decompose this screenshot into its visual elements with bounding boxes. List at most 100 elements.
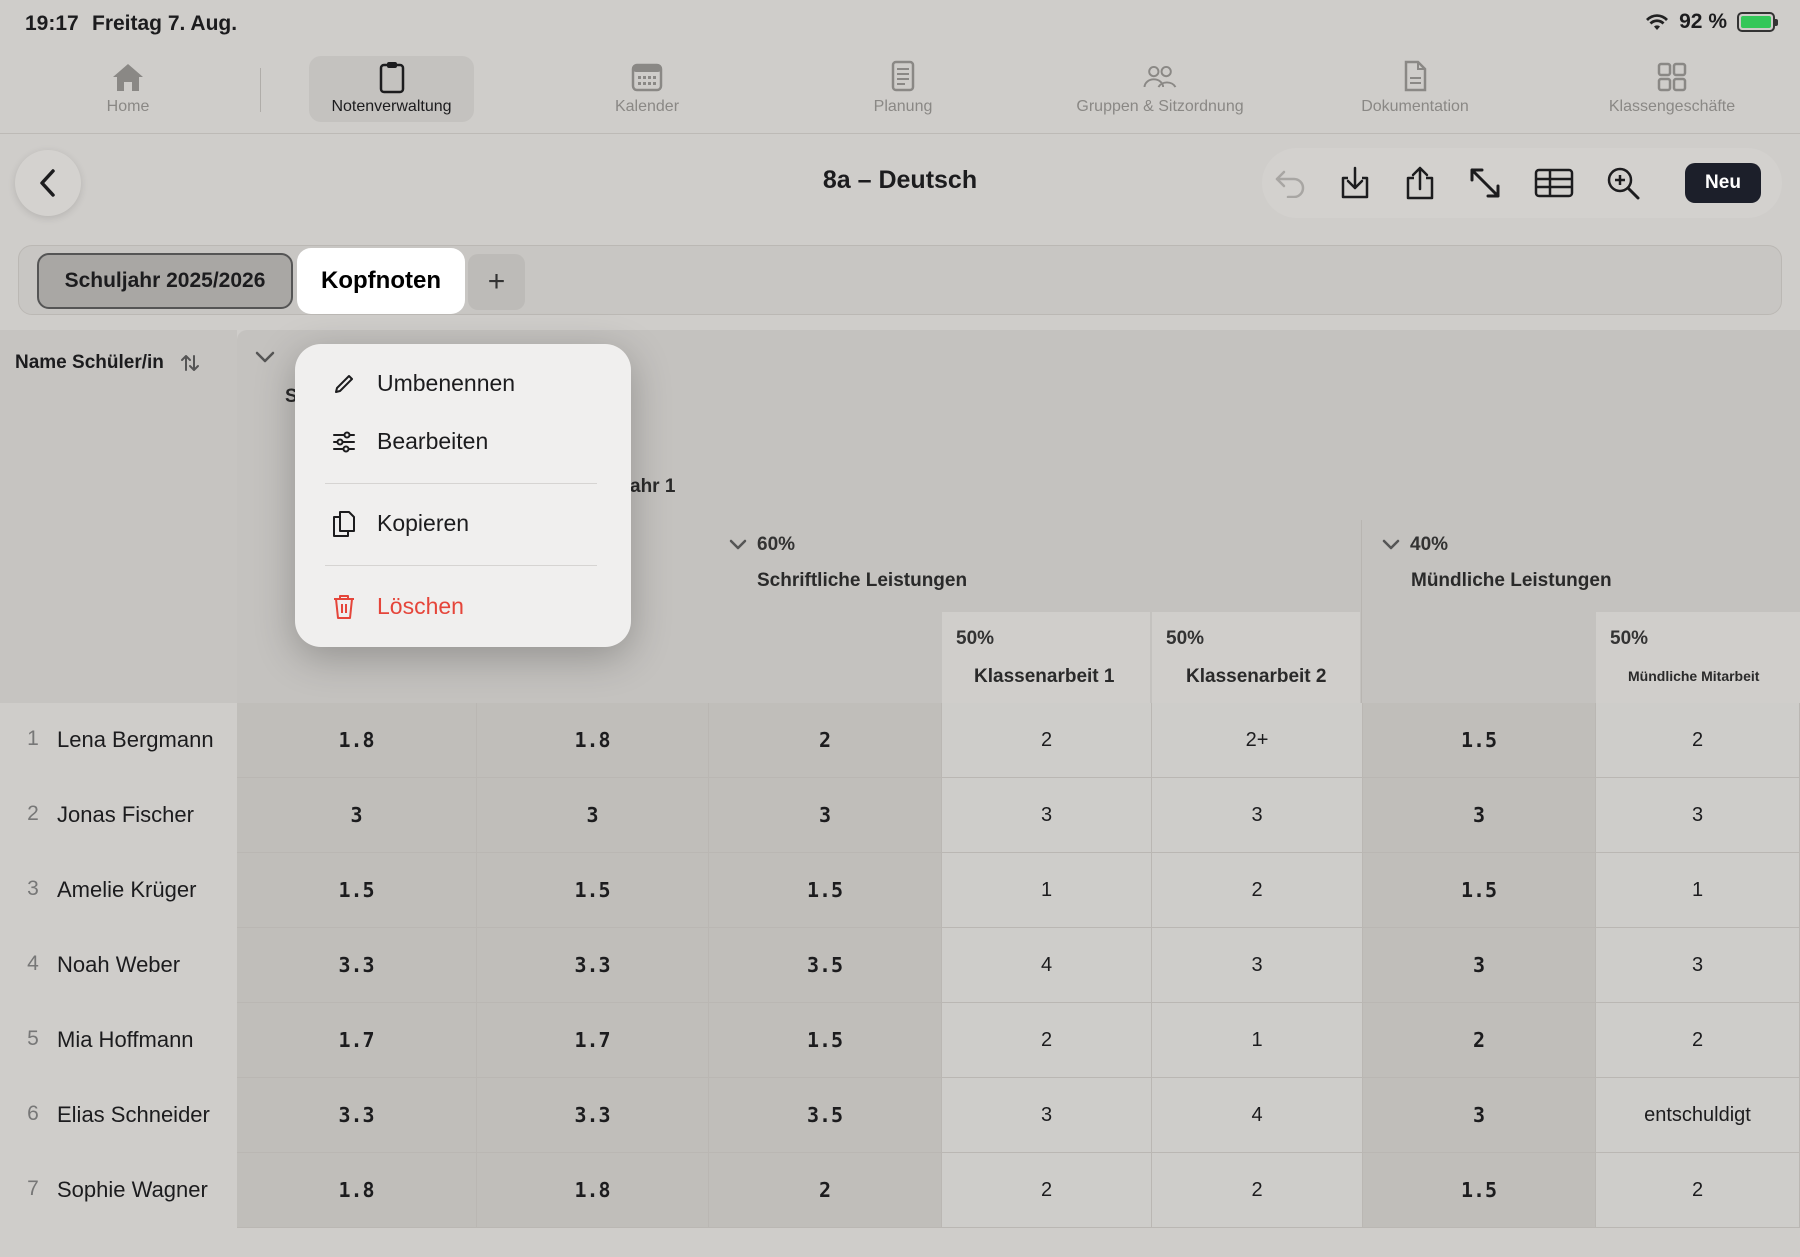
grade-cell[interactable]: 1.7 (237, 1003, 477, 1078)
grade-cell[interactable]: 2 (709, 703, 942, 778)
grade-cell[interactable]: 2 (1596, 1153, 1800, 1228)
tab-kalender[interactable]: Kalender (597, 56, 697, 122)
grade-cell[interactable]: 2 (942, 1003, 1152, 1078)
row-number: 5 (27, 1027, 39, 1050)
new-button[interactable]: Neu (1685, 163, 1761, 203)
table-row[interactable]: 5 Mia Hoffmann 1.7 1.7 1.5 2 1 2 2 (0, 1003, 1800, 1078)
row-number: 2 (27, 802, 39, 825)
grade-cell[interactable]: 2 (942, 703, 1152, 778)
add-segment-button[interactable]: + (468, 254, 525, 310)
subcol-klassenarbeit-2[interactable]: 50% Klassenarbeit 2 (1152, 612, 1360, 703)
grade-cell[interactable]: 1.8 (477, 703, 709, 778)
tab-dokumentation[interactable]: Dokumentation (1345, 56, 1485, 122)
grade-cell[interactable]: 3.3 (237, 928, 477, 1003)
undo-button[interactable] (1272, 164, 1310, 202)
chevron-down-icon[interactable] (255, 350, 275, 364)
grade-cell[interactable]: 1.5 (1363, 703, 1596, 778)
name-column-header: Name Schüler/in (0, 330, 237, 703)
grade-cell[interactable]: 2 (1152, 1153, 1363, 1228)
menu-divider (325, 565, 597, 566)
grade-cell[interactable]: 3.5 (709, 1078, 942, 1153)
grade-cell[interactable]: 3 (477, 778, 709, 853)
grade-cell[interactable]: 1.5 (709, 853, 942, 928)
grade-cell[interactable]: 2 (1363, 1003, 1596, 1078)
grade-cell[interactable]: 3 (237, 778, 477, 853)
segment-schuljahr[interactable]: Schuljahr 2025/2026 (37, 253, 293, 309)
menu-item-loeschen[interactable]: Löschen (331, 593, 464, 620)
status-bar: 19:17 Freitag 7. Aug. 92 % (0, 0, 1800, 48)
grade-cell[interactable]: 3 (942, 778, 1152, 853)
group-schriftlich-weight: 60% (729, 534, 795, 556)
grade-cell[interactable]: 3 (942, 1078, 1152, 1153)
grade-cell[interactable]: 1.5 (237, 853, 477, 928)
grade-cell[interactable]: 2 (1596, 1003, 1800, 1078)
table-row[interactable]: 7 Sophie Wagner 1.8 1.8 2 2 2 1.5 2 (0, 1153, 1800, 1228)
expand-button[interactable] (1466, 164, 1504, 202)
grade-cell[interactable]: 4 (942, 928, 1152, 1003)
undo-icon (1275, 170, 1305, 198)
student-name: Sophie Wagner (57, 1177, 208, 1202)
tab-planung[interactable]: Planung (858, 56, 948, 122)
table-row[interactable]: 2 Jonas Fischer 3 3 3 3 3 3 3 (0, 778, 1800, 853)
tab-gruppen-label: Gruppen & Sitzordnung (1076, 98, 1244, 115)
grade-cell[interactable]: 1.5 (477, 853, 709, 928)
grade-cell[interactable]: 1 (942, 853, 1152, 928)
grade-cell[interactable]: 1.5 (709, 1003, 942, 1078)
menu-item-umbenennen[interactable]: Umbenennen (331, 370, 515, 397)
grade-cell[interactable]: 1 (1596, 853, 1800, 928)
grade-cell[interactable]: 1.5 (1363, 1153, 1596, 1228)
grade-cell[interactable]: 3 (1152, 928, 1363, 1003)
grade-cell[interactable]: 3.3 (477, 928, 709, 1003)
grade-cell[interactable]: 3 (1363, 928, 1596, 1003)
grade-cell[interactable]: 1 (1152, 1003, 1363, 1078)
download-button[interactable] (1336, 164, 1374, 202)
grade-cell[interactable]: 1.8 (237, 1153, 477, 1228)
table-row[interactable]: 1 Lena Bergmann 1.8 1.8 2 2 2+ 1.5 2 (0, 703, 1800, 778)
grade-cell[interactable]: 3.3 (477, 1078, 709, 1153)
subcol-klassenarbeit-1[interactable]: 50% Klassenarbeit 1 (942, 612, 1150, 703)
grade-cell[interactable]: 1.8 (237, 703, 477, 778)
doc-icon (1398, 60, 1432, 94)
grade-cell[interactable]: 3.3 (237, 1078, 477, 1153)
grade-cell[interactable]: 3 (1596, 928, 1800, 1003)
grade-cell[interactable]: 3.5 (709, 928, 942, 1003)
battery-icon (1737, 12, 1778, 32)
grade-cell[interactable]: 3 (1363, 1078, 1596, 1153)
grade-cell[interactable]: 4 (1152, 1078, 1363, 1153)
sort-icon[interactable] (180, 353, 200, 373)
grade-cell[interactable]: 1.8 (477, 1153, 709, 1228)
grade-cell[interactable]: 3 (1152, 778, 1363, 853)
grade-cell[interactable]: 2 (1596, 703, 1800, 778)
table-view-button[interactable] (1532, 164, 1576, 202)
student-name: Elias Schneider (57, 1102, 210, 1127)
tab-klassengeschaefte[interactable]: Klassengeschäfte (1595, 56, 1749, 122)
grade-cell[interactable]: entschuldigt (1596, 1078, 1800, 1153)
tab-notenverwaltung[interactable]: Notenverwaltung (309, 56, 474, 122)
grade-cell[interactable]: 3 (709, 778, 942, 853)
segment-kopfnoten[interactable]: Kopfnoten (297, 248, 465, 314)
expand-icon (1470, 168, 1500, 198)
grade-cell[interactable]: 3 (1596, 778, 1800, 853)
menu-item-kopieren[interactable]: Kopieren (331, 510, 469, 537)
table-row[interactable]: 6 Elias Schneider 3.3 3.3 3.5 3 4 3 entschuldigt (0, 1078, 1800, 1153)
grade-cell[interactable]: 1.7 (477, 1003, 709, 1078)
zoom-button[interactable] (1604, 164, 1642, 202)
table-row[interactable]: 3 Amelie Krüger 1.5 1.5 1.5 1 2 1.5 1 (0, 853, 1800, 928)
grade-cell[interactable]: 2 (942, 1153, 1152, 1228)
zoom-in-icon (1607, 167, 1640, 200)
grade-cell[interactable]: 2 (709, 1153, 942, 1228)
tab-home[interactable]: Home (88, 56, 168, 122)
grade-cell[interactable]: 3 (1363, 778, 1596, 853)
subcol-muendliche-mitarbeit[interactable]: 50% Mündliche Mitarbeit (1596, 612, 1800, 703)
chevron-down-icon[interactable] (729, 539, 747, 551)
grade-cell[interactable]: 1.5 (1363, 853, 1596, 928)
tab-gruppen[interactable]: Gruppen & Sitzordnung (1060, 56, 1260, 122)
download-icon (1341, 166, 1369, 199)
share-button[interactable] (1401, 164, 1439, 202)
chevron-down-icon[interactable] (1382, 539, 1400, 551)
grade-cell[interactable]: 2+ (1152, 703, 1363, 778)
table-row[interactable]: 4 Noah Weber 3.3 3.3 3.5 4 3 3 3 (0, 928, 1800, 1003)
menu-item-bearbeiten[interactable]: Bearbeiten (331, 428, 488, 455)
grade-cell[interactable]: 2 (1152, 853, 1363, 928)
status-date: Freitag 7. Aug. (92, 12, 238, 35)
